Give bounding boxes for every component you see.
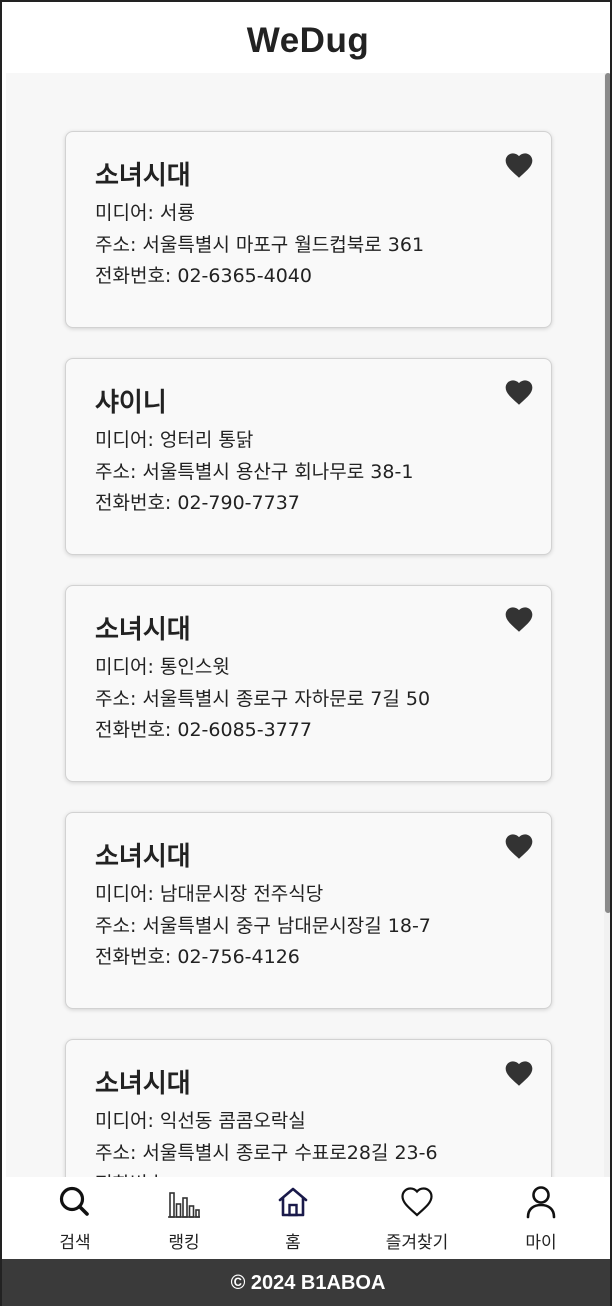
card-media: 미디어: 서룡 — [95, 202, 195, 224]
card-title: 샤이니 — [95, 388, 167, 418]
home-icon — [278, 1187, 308, 1217]
card-title: 소녀시대 — [95, 1069, 191, 1099]
nav-label: 홈 — [285, 1233, 301, 1253]
card-media: 미디어: 통인스윗 — [95, 656, 230, 678]
nav-my[interactable]: 마이 — [491, 1177, 591, 1259]
app-title: WeDug — [246, 20, 370, 60]
card-address: 주소: 서울특별시 종로구 수표로28길 23-6 — [95, 1141, 438, 1164]
card-title: 소녀시대 — [95, 842, 191, 872]
card-address: 주소: 서울특별시 중구 남대문시장길 18-7 — [95, 914, 431, 937]
heart-icon[interactable] — [503, 1057, 535, 1087]
place-card[interactable]: 샤이니 미디어: 엉터리 통닭 주소: 서울특별시 용산구 회나무로 38-1 … — [65, 358, 552, 555]
card-address: 주소: 서울특별시 종로구 자하문로 7길 50 — [95, 687, 431, 710]
nav-label: 랭킹 — [168, 1233, 200, 1253]
card-phone: 전화번호: 02-6085-3777 — [95, 719, 312, 741]
card-phone: 전화번호: — [95, 1169, 551, 1177]
nav-ranking[interactable]: 랭킹 — [134, 1177, 234, 1259]
card-phone: 전화번호: 02-756-4126 — [95, 946, 300, 968]
heart-icon[interactable] — [503, 603, 535, 633]
card-phone: 전화번호: 02-6365-4040 — [95, 265, 312, 287]
app-header: WeDug — [4, 2, 610, 73]
card-title: 소녀시대 — [95, 161, 191, 191]
search-icon — [59, 1186, 89, 1216]
place-list[interactable]: 소녀시대 미디어: 서룡 주소: 서울특별시 마포구 월드컵북로 361 전화번… — [6, 73, 604, 1177]
card-media: 미디어: 남대문시장 전주식당 — [95, 883, 324, 905]
scrollbar[interactable] — [604, 73, 610, 1177]
heart-outline-icon — [401, 1187, 433, 1217]
bottom-nav: 검색 랭킹 홈 즐겨찾기 마이 — [6, 1177, 610, 1259]
place-card[interactable]: 소녀시대 미디어: 통인스윗 주소: 서울특별시 종로구 자하문로 7길 50 … — [65, 585, 552, 782]
nav-home[interactable]: 홈 — [243, 1177, 343, 1259]
nav-label: 검색 — [59, 1233, 91, 1253]
footer-copyright: © 2024 B1ABOA — [230, 1272, 386, 1294]
place-card[interactable]: 소녀시대 미디어: 익선동 콤콤오락실 주소: 서울특별시 종로구 수표로28길… — [65, 1039, 552, 1177]
card-media: 미디어: 익선동 콤콤오락실 — [95, 1110, 306, 1132]
heart-icon[interactable] — [503, 830, 535, 860]
heart-icon[interactable] — [503, 376, 535, 406]
nav-label: 마이 — [525, 1233, 557, 1253]
app-frame: WeDug 소녀시대 미디어: 서룡 주소: 서울특별시 마포구 월드컵북로 3… — [0, 0, 612, 1306]
bar-chart-icon — [168, 1192, 200, 1218]
card-phone: 전화번호: 02-790-7737 — [95, 492, 300, 514]
card-address: 주소: 서울특별시 용산구 회나무로 38-1 — [95, 460, 414, 483]
card-media: 미디어: 엉터리 통닭 — [95, 429, 254, 451]
place-card[interactable]: 소녀시대 미디어: 남대문시장 전주식당 주소: 서울특별시 중구 남대문시장길… — [65, 812, 552, 1009]
nav-search[interactable]: 검색 — [25, 1177, 125, 1259]
footer: © 2024 B1ABOA — [2, 1259, 610, 1306]
user-icon — [526, 1186, 556, 1219]
scrollbar-thumb[interactable] — [605, 73, 610, 913]
heart-icon[interactable] — [503, 149, 535, 179]
card-address: 주소: 서울특별시 마포구 월드컵북로 361 — [95, 233, 425, 256]
nav-favorites[interactable]: 즐겨찾기 — [367, 1177, 467, 1259]
nav-label: 즐겨찾기 — [385, 1233, 449, 1253]
place-card[interactable]: 소녀시대 미디어: 서룡 주소: 서울특별시 마포구 월드컵북로 361 전화번… — [65, 131, 552, 328]
card-title: 소녀시대 — [95, 615, 191, 645]
